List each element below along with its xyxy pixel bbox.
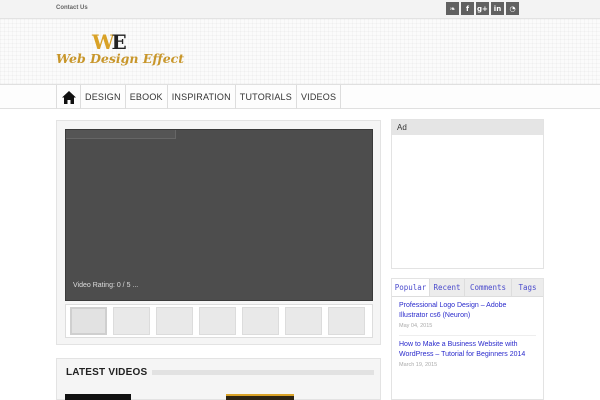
- list-item: Professional Logo Design – Adobe Illustr…: [392, 297, 543, 336]
- top-bar: Contact Us ❧ f g+ in ◔: [0, 0, 600, 19]
- video-thumbnail[interactable]: [70, 307, 107, 335]
- tabbed-posts-widget: Popular Recent Comments Tags Professiona…: [391, 278, 544, 400]
- video-thumbnail[interactable]: [285, 307, 322, 335]
- post-date: March 19, 2015: [399, 362, 438, 368]
- ad-widget-title: Ad: [392, 120, 543, 135]
- video-thumbnail-strip: [65, 304, 373, 338]
- google-plus-icon[interactable]: g+: [476, 2, 489, 15]
- contact-us-link[interactable]: Contact Us: [56, 5, 88, 11]
- post-title-link[interactable]: Professional Logo Design – Adobe Illustr…: [399, 301, 536, 321]
- latest-videos-title: LATEST VIDEOS: [66, 367, 148, 378]
- twitter-icon[interactable]: ❧: [446, 2, 459, 15]
- nav-item-design[interactable]: DESIGN: [81, 85, 126, 109]
- main-nav: DESIGN EBOOK INSPIRATION TUTORIALS VIDEO…: [0, 84, 600, 109]
- latest-videos-section: LATEST VIDEOS: [56, 358, 381, 400]
- video-rating: Video Rating: 0 / 5 ...: [73, 282, 139, 289]
- latest-video-thumbnail[interactable]: [226, 394, 294, 400]
- video-thumbnail[interactable]: [199, 307, 236, 335]
- tab-popular[interactable]: Popular: [392, 279, 430, 296]
- social-links: ❧ f g+ in ◔: [446, 2, 519, 15]
- video-thumbnail[interactable]: [156, 307, 193, 335]
- tab-comments[interactable]: Comments: [465, 279, 512, 296]
- video-player[interactable]: Video Rating: 0 / 5 ...: [65, 129, 373, 301]
- nav-item-inspiration[interactable]: INSPIRATION: [168, 85, 236, 109]
- list-item: How to Make a Business Website with Word…: [392, 336, 543, 368]
- post-title-link[interactable]: How to Make a Business Website with Word…: [399, 340, 536, 360]
- tab-tags[interactable]: Tags: [512, 279, 543, 296]
- site-logo[interactable]: WE Web Design Effect: [56, 30, 185, 78]
- linkedin-icon[interactable]: in: [491, 2, 504, 15]
- player-title-bar: [66, 130, 176, 139]
- nav-item-videos[interactable]: VIDEOS: [297, 85, 342, 109]
- latest-video-thumbnail[interactable]: [65, 394, 131, 400]
- section-divider: [152, 370, 374, 375]
- post-date: May 04, 2015: [399, 323, 433, 329]
- facebook-icon[interactable]: f: [461, 2, 474, 15]
- nav-item-ebook[interactable]: EBOOK: [126, 85, 168, 109]
- nav-item-tutorials[interactable]: TUTORIALS: [236, 85, 297, 109]
- video-thumbnail[interactable]: [242, 307, 279, 335]
- nav-home[interactable]: [57, 85, 81, 109]
- rss-icon[interactable]: ◔: [506, 2, 519, 15]
- logo-text: Web Design Effect: [56, 51, 185, 66]
- home-icon: [61, 90, 76, 104]
- video-thumbnail[interactable]: [328, 307, 365, 335]
- site-header: WE Web Design Effect: [0, 19, 600, 84]
- featured-video-box: Video Rating: 0 / 5 ...: [56, 120, 381, 345]
- tab-recent[interactable]: Recent: [430, 279, 465, 296]
- ad-widget: Ad: [391, 119, 544, 269]
- video-thumbnail[interactable]: [113, 307, 150, 335]
